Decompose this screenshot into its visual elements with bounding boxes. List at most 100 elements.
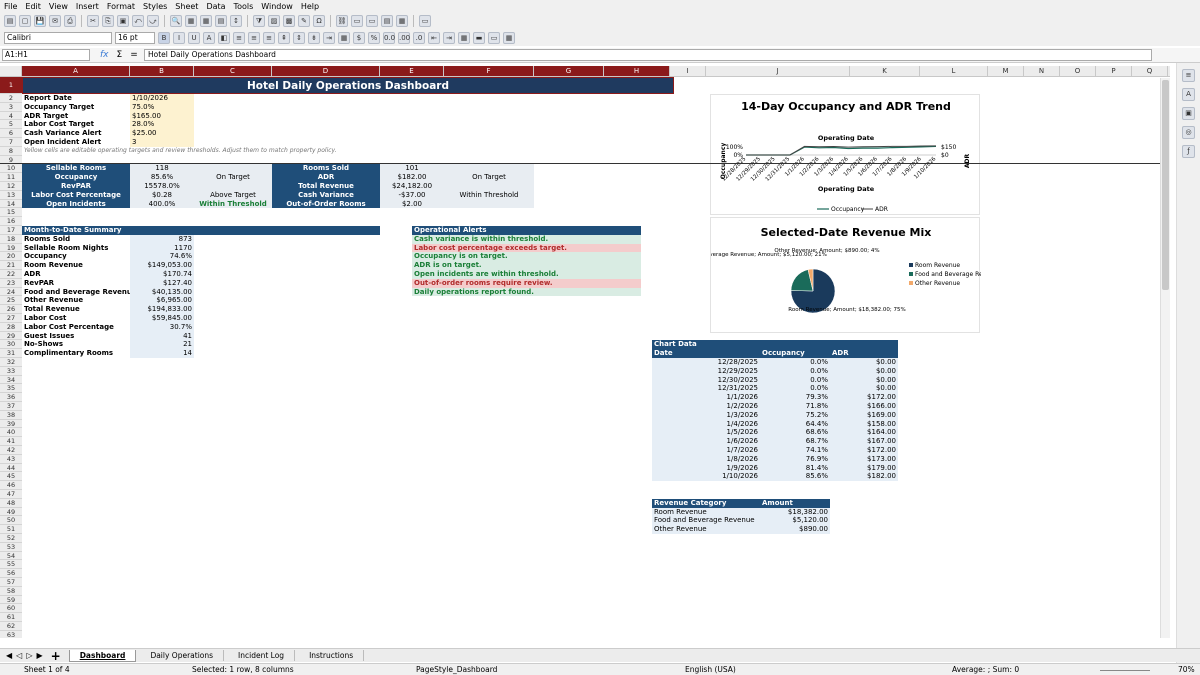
chart-data-cell[interactable]: 71.8% (760, 402, 830, 411)
chart-data-cell[interactable]: 1/9/2026 (652, 463, 760, 473)
chart-data-cell[interactable]: $172.00 (830, 446, 898, 455)
row-header[interactable]: 50 (0, 516, 22, 526)
column-header[interactable]: R (1168, 66, 1170, 77)
format-icon[interactable]: A (203, 31, 215, 44)
row-header[interactable]: 38 (0, 410, 22, 420)
input-value[interactable]: 1/10/2026 (130, 94, 194, 103)
menu-item[interactable]: Edit (25, 2, 41, 11)
chart-data-cell[interactable]: 68.7% (760, 437, 830, 446)
input-value[interactable]: $165.00 (130, 111, 194, 121)
input-value[interactable]: 28.0% (130, 120, 194, 130)
format-icon[interactable]: ▬ (473, 31, 485, 44)
chart-data-title[interactable]: Chart Data (652, 340, 898, 350)
row-header[interactable]: 40 (0, 428, 22, 438)
toolbar-icon[interactable]: 🔍 (170, 14, 182, 27)
toolbar-icon[interactable]: ▢ (19, 14, 31, 27)
format-icon[interactable]: ⇕ (293, 31, 305, 44)
format-icon[interactable]: ▦ (503, 31, 515, 44)
font-name-box[interactable]: Calibri (4, 31, 112, 44)
chart-data-cell[interactable]: 12/30/2025 (652, 375, 760, 385)
chart-data-cell[interactable]: 12/29/2025 (652, 366, 760, 376)
column-header[interactable]: I (670, 66, 706, 77)
row-header[interactable]: 42 (0, 446, 22, 455)
toolbar-icon[interactable]: ⎙ (64, 14, 76, 27)
format-icon[interactable]: ▭ (488, 31, 500, 44)
row-header[interactable]: 19 (0, 243, 22, 253)
trend-chart[interactable]: 14-Day Occupancy and ADR Trend Operating … (710, 94, 980, 215)
row-header[interactable]: 52 (0, 534, 22, 543)
toolbar-icon[interactable]: ▦ (200, 14, 212, 27)
column-header[interactable]: F (444, 66, 534, 77)
chart-data-cell[interactable]: $0.00 (830, 375, 898, 385)
row-header[interactable]: 59 (0, 595, 22, 605)
row-header[interactable]: 26 (0, 305, 22, 314)
toolbar-icon[interactable]: ▤ (381, 14, 393, 27)
properties-icon[interactable]: ≡ (1182, 69, 1195, 82)
toolbar-icon[interactable]: ▭ (419, 14, 431, 27)
zoom-level[interactable]: 70% (1178, 664, 1195, 675)
chart-data-cell[interactable]: $173.00 (830, 454, 898, 464)
row-header[interactable]: 60 (0, 604, 22, 614)
navigator-icon[interactable]: ◎ (1182, 126, 1195, 139)
chart-data-cell[interactable]: $169.00 (830, 410, 898, 420)
fx-icon[interactable]: fx (100, 50, 109, 60)
input-value[interactable]: 3 (130, 138, 194, 147)
menu-item[interactable]: Styles (143, 2, 167, 11)
sheet-tab[interactable]: Daily Operations (140, 650, 225, 661)
row-header[interactable]: 23 (0, 278, 22, 288)
row-header[interactable]: 24 (0, 287, 22, 297)
format-icon[interactable]: ⇤ (428, 31, 440, 44)
row-header[interactable]: 6 (0, 129, 22, 138)
revenue-mix-chart[interactable]: Selected-Date Revenue Mix Room Revenue; A… (710, 217, 981, 333)
chart-data-cell[interactable]: $167.00 (830, 437, 898, 446)
row-header[interactable]: 7 (0, 138, 22, 147)
column-header[interactable]: J (706, 66, 850, 77)
toolbar-icon[interactable]: ▭ (366, 14, 378, 27)
chart-data-cell[interactable]: 0.0% (760, 366, 830, 376)
row-header[interactable]: 32 (0, 358, 22, 367)
column-header[interactable]: K (850, 66, 920, 77)
chart-data-cell[interactable]: 1/8/2026 (652, 454, 760, 464)
row-header[interactable]: 22 (0, 270, 22, 279)
toolbar-icon[interactable]: Ω (313, 14, 325, 27)
toolbar-icon[interactable]: ⛓ (336, 14, 348, 27)
format-icon[interactable]: ≡ (233, 31, 245, 44)
chart-data-cell[interactable]: $166.00 (830, 402, 898, 411)
chart-data-cell[interactable]: $182.00 (830, 472, 898, 482)
toolbar-icon[interactable]: ▦ (185, 14, 197, 27)
spreadsheet-grid[interactable]: Hotel Daily Operations Dashboard ABCDEFG… (0, 66, 1170, 638)
row-header[interactable]: 61 (0, 613, 22, 622)
format-icon[interactable]: I (173, 31, 185, 44)
chart-data-cell[interactable]: 68.6% (760, 428, 830, 438)
gallery-icon[interactable]: ▣ (1182, 107, 1195, 120)
row-header[interactable]: 11 (0, 173, 22, 182)
chart-data-cell[interactable]: 1/5/2026 (652, 428, 760, 438)
row-header[interactable]: 21 (0, 261, 22, 270)
menu-item[interactable]: Format (107, 2, 135, 11)
format-icon[interactable]: U (188, 31, 200, 44)
chart-data-cell[interactable]: 1/1/2026 (652, 393, 760, 402)
row-header[interactable]: 44 (0, 463, 22, 473)
row-header[interactable]: 1 (0, 77, 22, 94)
toolbar-icon[interactable]: ▩ (283, 14, 295, 27)
row-header[interactable]: 33 (0, 366, 22, 376)
row-header[interactable]: 3 (0, 102, 22, 112)
toolbar-icon[interactable]: ▨ (268, 14, 280, 27)
chart-data-cell[interactable]: 64.4% (760, 419, 830, 429)
row-header[interactable]: 39 (0, 419, 22, 429)
chart-data-cell[interactable]: 1/4/2026 (652, 419, 760, 429)
equals-icon[interactable]: = (130, 50, 138, 60)
revenue-cell[interactable]: Other Revenue (652, 525, 760, 534)
row-header[interactable]: 5 (0, 120, 22, 130)
prev-sheet-icon[interactable]: ◁ (16, 651, 22, 660)
chart-data-cell[interactable]: 74.1% (760, 446, 830, 455)
row-header[interactable]: 28 (0, 322, 22, 332)
zoom-slider[interactable] (1100, 670, 1150, 671)
first-sheet-icon[interactable]: ◀ (6, 651, 12, 660)
chart-data-header[interactable]: Date (652, 349, 760, 358)
column-header[interactable]: O (1060, 66, 1096, 77)
toolbar-icon[interactable]: ▤ (215, 14, 227, 27)
column-header[interactable]: B (130, 66, 194, 77)
row-header[interactable]: 29 (0, 331, 22, 341)
row-header[interactable]: 48 (0, 498, 22, 508)
